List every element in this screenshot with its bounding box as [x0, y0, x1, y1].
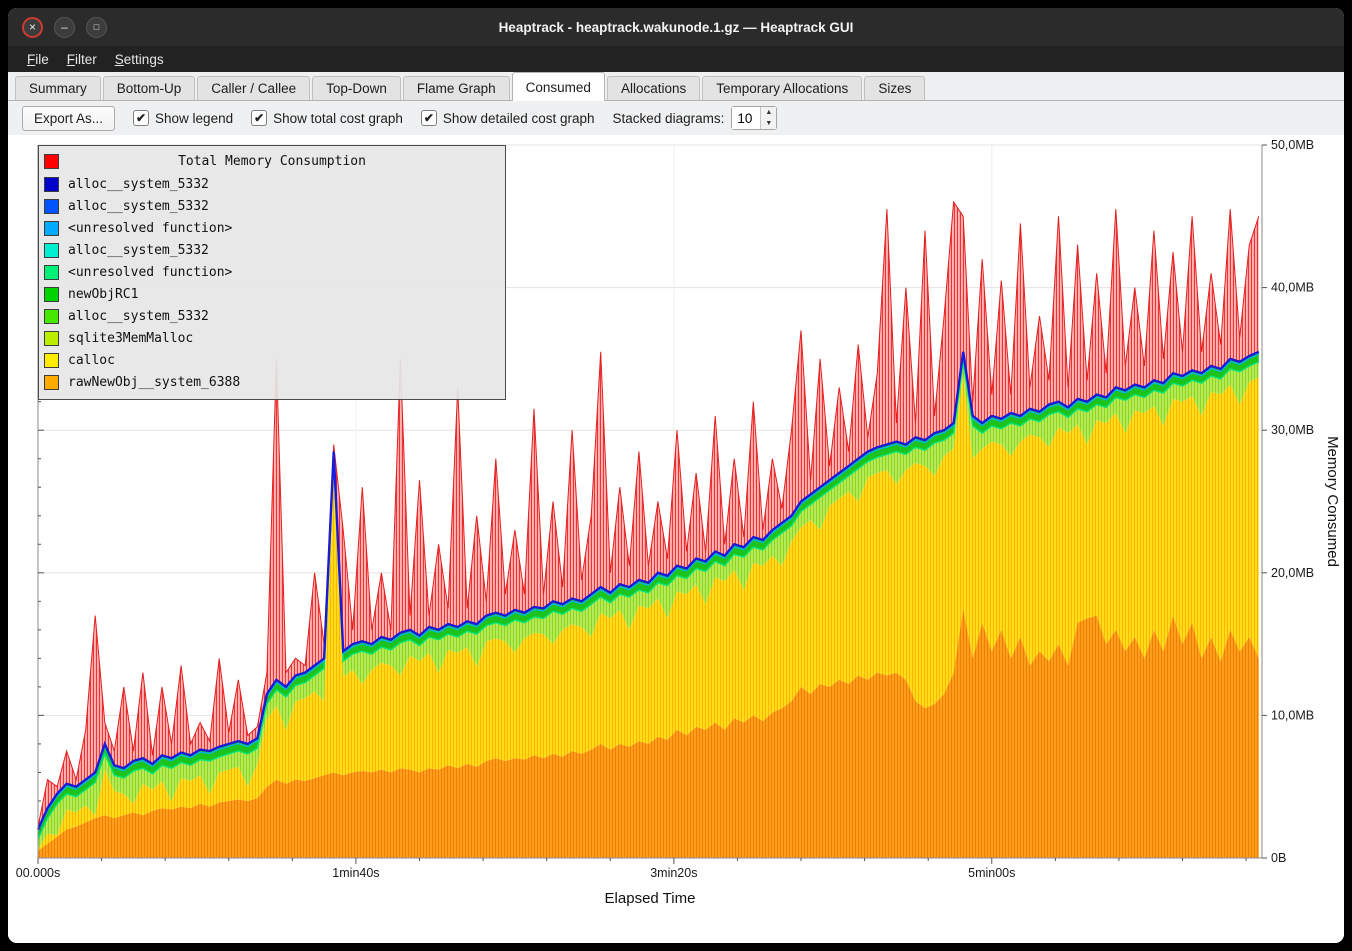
legend-item: <unresolved function>: [39, 261, 505, 283]
menubar: File Filter Settings: [8, 46, 1344, 72]
stacked-diagrams-group: Stacked diagrams: ▲ ▼: [613, 106, 778, 130]
x-tick-label: 3min20s: [650, 866, 697, 880]
maximize-button[interactable]: □: [86, 17, 107, 38]
legend-swatch: [44, 287, 59, 302]
legend-item-label: <unresolved function>: [68, 265, 232, 280]
show-total-cost-graph-checkbox[interactable]: ✔ Show total cost graph: [251, 110, 403, 126]
x-tick-label: 00.000s: [16, 866, 60, 880]
minimize-button[interactable]: –: [54, 17, 75, 38]
menu-item-file-label: File: [27, 52, 49, 67]
show-total-cost-graph-checkbox-label: Show total cost graph: [273, 111, 403, 126]
tab-temporary-allocations[interactable]: Temporary Allocations: [702, 76, 862, 100]
y-tick-label: 50,0MB: [1271, 138, 1314, 152]
legend-swatch: [44, 309, 59, 324]
legend-item-label: alloc__system_5332: [68, 177, 209, 192]
legend-swatch: [44, 331, 59, 346]
legend-item-label: alloc__system_5332: [68, 309, 209, 324]
legend-title-swatch: [44, 154, 59, 169]
legend-swatch: [44, 199, 59, 214]
window-controls: × – □: [22, 8, 107, 46]
legend-swatch: [44, 375, 59, 390]
legend-item: alloc__system_5332: [39, 305, 505, 327]
legend-item: rawNewObj__system_6388: [39, 371, 505, 393]
tab-consumed[interactable]: Consumed: [512, 72, 605, 101]
y-axis-label: Memory Consumed: [1324, 436, 1341, 567]
spin-down-button[interactable]: ▼: [761, 118, 776, 129]
chart-area: 00.000s 1min40s 3min20s 5min00s 0B 10,0MB 20,0…: [8, 135, 1344, 943]
legend-swatch: [44, 177, 59, 192]
legend-swatch: [44, 353, 59, 368]
legend-item-label: alloc__system_5332: [68, 199, 209, 214]
show-total-cost-graph-checkbox-box: ✔: [251, 110, 267, 126]
legend-title: Total Memory Consumption: [39, 154, 505, 169]
menu-item-file[interactable]: File: [18, 46, 58, 72]
menu-item-filter-label: Filter: [67, 52, 97, 67]
x-tick-label: 1min40s: [332, 866, 379, 880]
legend-item: alloc__system_5332: [39, 239, 505, 261]
legend-item-label: calloc: [68, 353, 115, 368]
legend-item: newObjRC1: [39, 283, 505, 305]
tab-bar: Summary Bottom-Up Caller / Callee Top-Do…: [8, 72, 1344, 101]
tab-sizes[interactable]: Sizes: [864, 76, 925, 100]
stacked-diagrams-label: Stacked diagrams:: [613, 111, 725, 126]
stacked-diagrams-spinbox[interactable]: ▲ ▼: [731, 106, 777, 130]
tab-caller-callee[interactable]: Caller / Callee: [197, 76, 310, 100]
spin-buttons: ▲ ▼: [760, 107, 776, 129]
show-legend-checkbox[interactable]: ✔ Show legend: [133, 110, 233, 126]
legend-swatch: [44, 265, 59, 280]
tab-bottom-up[interactable]: Bottom-Up: [103, 76, 196, 100]
y-tick-label: 20,0MB: [1271, 566, 1314, 580]
legend-item: <unresolved function>: [39, 217, 505, 239]
legend-item: alloc__system_5332: [39, 195, 505, 217]
tab-summary[interactable]: Summary: [15, 76, 101, 100]
y-tick-label: 30,0MB: [1271, 423, 1314, 437]
legend-swatch: [44, 221, 59, 236]
titlebar: × – □ Heaptrack - heaptrack.wakunode.1.g…: [8, 8, 1344, 46]
x-axis-label: Elapsed Time: [605, 890, 696, 907]
toolbar: Export As... ✔ Show legend ✔ Show total …: [8, 101, 1344, 135]
legend-item: calloc: [39, 349, 505, 371]
desktop-background: × – □ Heaptrack - heaptrack.wakunode.1.g…: [0, 0, 1352, 951]
heaptrack-window: × – □ Heaptrack - heaptrack.wakunode.1.g…: [8, 8, 1344, 943]
chart-legend: Total Memory Consumption alloc__system_5…: [38, 145, 506, 400]
show-detailed-cost-graph-checkbox-box: ✔: [421, 110, 437, 126]
stacked-diagrams-input[interactable]: [732, 107, 760, 129]
close-button[interactable]: ×: [22, 17, 43, 38]
export-as-button[interactable]: Export As...: [22, 106, 115, 131]
spin-up-button[interactable]: ▲: [761, 107, 776, 118]
show-legend-checkbox-label: Show legend: [155, 111, 233, 126]
legend-swatch: [44, 243, 59, 258]
y-tick-label: 40,0MB: [1271, 281, 1314, 295]
show-detailed-cost-graph-checkbox[interactable]: ✔ Show detailed cost graph: [421, 110, 595, 126]
legend-item: alloc__system_5332: [39, 173, 505, 195]
show-detailed-cost-graph-checkbox-label: Show detailed cost graph: [443, 111, 595, 126]
show-legend-checkbox-box: ✔: [133, 110, 149, 126]
menu-item-settings-label: Settings: [115, 52, 164, 67]
legend-item-label: alloc__system_5332: [68, 243, 209, 258]
tab-flame-graph[interactable]: Flame Graph: [403, 76, 510, 100]
legend-item: sqlite3MemMalloc: [39, 327, 505, 349]
legend-item-label: sqlite3MemMalloc: [68, 331, 193, 346]
legend-item-label: <unresolved function>: [68, 221, 232, 236]
x-tick-label: 5min00s: [968, 866, 1015, 880]
menu-item-settings[interactable]: Settings: [106, 46, 173, 72]
menu-item-filter[interactable]: Filter: [58, 46, 106, 72]
y-tick-label: 0B: [1271, 851, 1286, 865]
legend-item-label: newObjRC1: [68, 287, 138, 302]
legend-item-label: rawNewObj__system_6388: [68, 375, 240, 390]
tab-top-down[interactable]: Top-Down: [312, 76, 401, 100]
legend-title-row: Total Memory Consumption: [39, 150, 505, 173]
y-tick-label: 10,0MB: [1271, 708, 1314, 722]
tab-allocations[interactable]: Allocations: [607, 76, 700, 100]
window-title: Heaptrack - heaptrack.wakunode.1.gz — He…: [499, 20, 854, 35]
